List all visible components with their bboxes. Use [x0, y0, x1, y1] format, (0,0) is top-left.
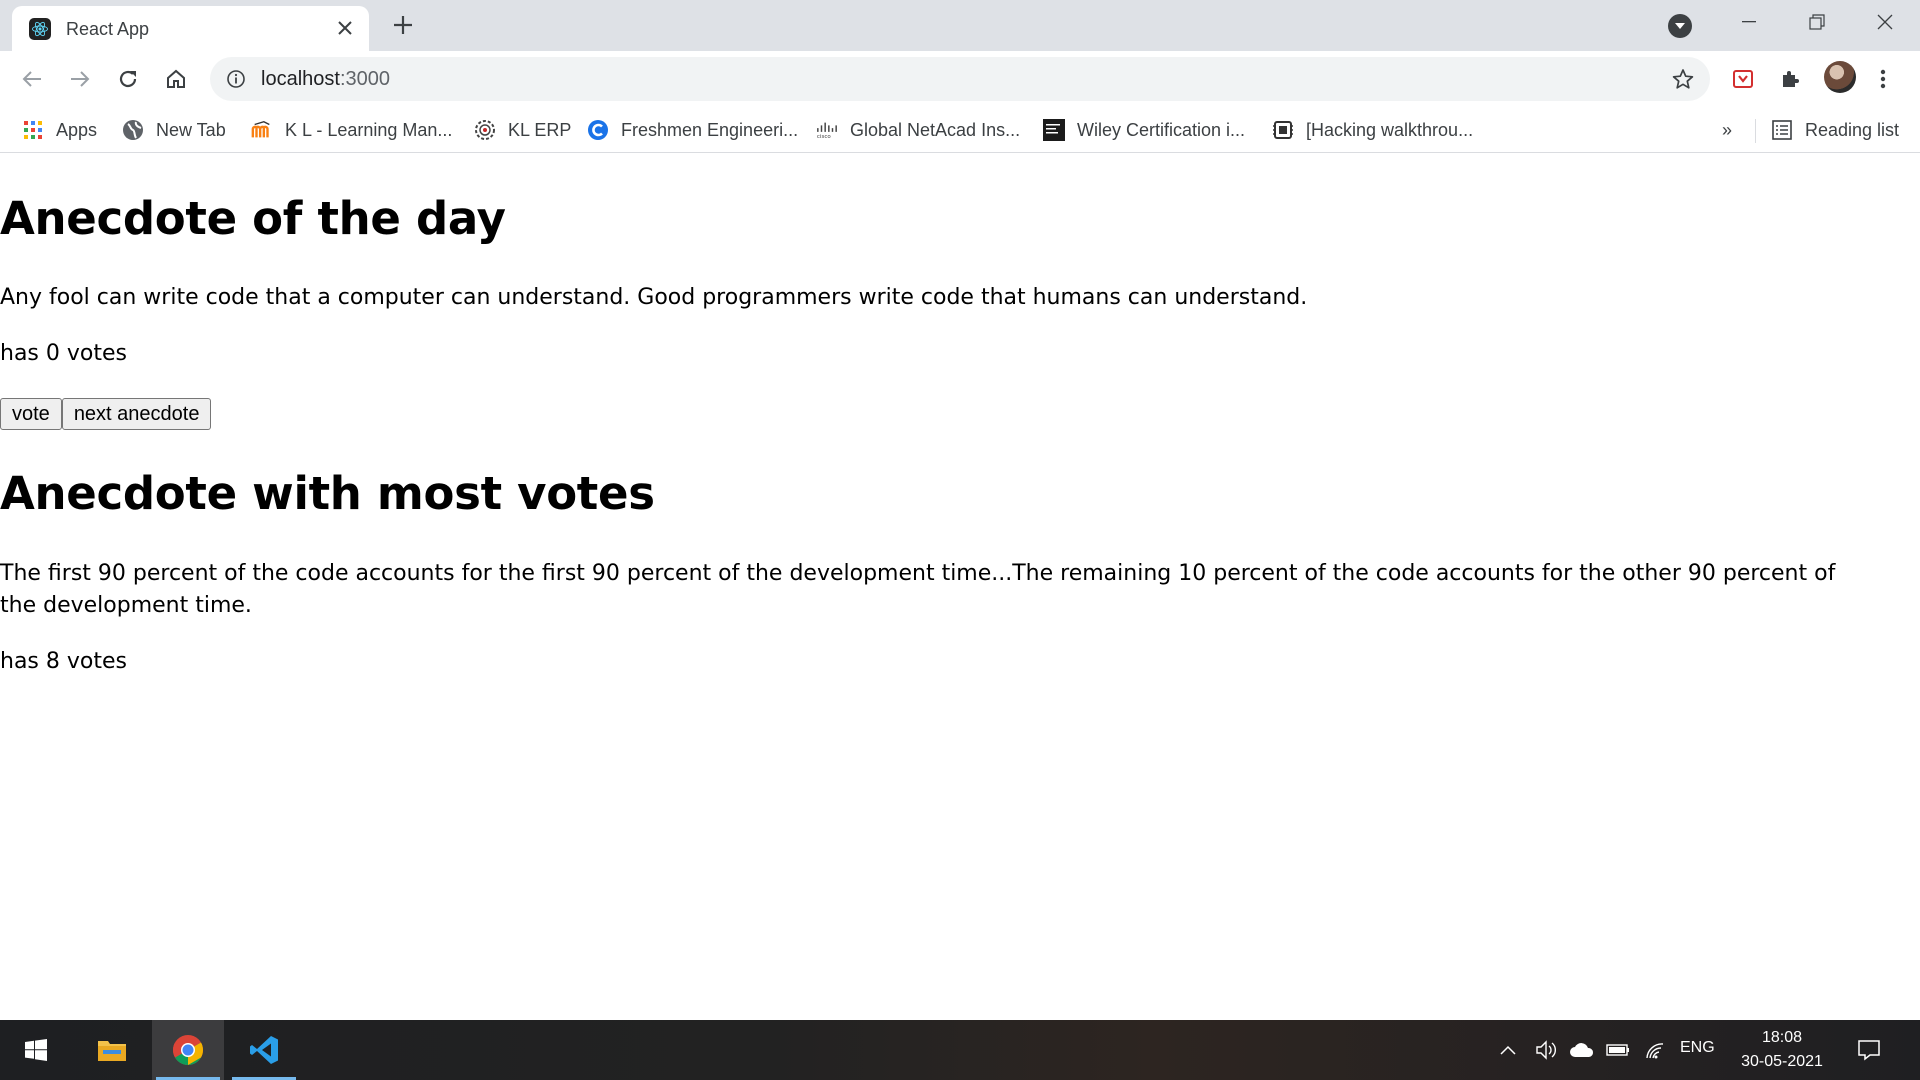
extensions-puzzle-icon[interactable]	[1773, 62, 1807, 96]
globe-icon	[122, 119, 144, 141]
next-anecdote-button[interactable]: next anecdote	[61, 398, 212, 430]
minimize-icon[interactable]	[1716, 0, 1782, 44]
battery-icon[interactable]	[1604, 1038, 1632, 1062]
reading-list-button[interactable]: Reading list	[1771, 115, 1899, 145]
start-icon[interactable]	[0, 1020, 72, 1080]
site-info-icon[interactable]	[226, 69, 246, 89]
heading-anecdote-of-day: Anecdote of the day	[0, 192, 506, 245]
tab-search-icon[interactable]	[1668, 14, 1692, 38]
bookmark-label: New Tab	[156, 119, 226, 140]
chrome-taskbar-icon[interactable]	[152, 1020, 224, 1080]
profile-avatar[interactable]	[1824, 61, 1856, 93]
reading-list-label: Reading list	[1805, 119, 1900, 140]
forward-icon[interactable]	[63, 62, 97, 96]
gear-badge-icon	[474, 119, 496, 141]
bookmark-label: Apps	[56, 119, 98, 140]
system-clock[interactable]: 18:08 30-05-2021	[1730, 1026, 1834, 1074]
address-bar[interactable]: localhost:3000	[210, 57, 1710, 101]
page-content: Anecdote of the day Any fool can write c…	[0, 154, 1920, 1020]
bookmarks-overflow-button[interactable]: »	[1722, 120, 1732, 141]
bookmark-global-netacad[interactable]: cisco Global NetAcad Ins...	[816, 115, 1020, 145]
tab-strip: React App	[0, 0, 1920, 51]
bookmarks-bar: Apps New Tab K L - Learning Man... KL ER…	[0, 107, 1920, 153]
bookmark-hacking-walkthrough[interactable]: [Hacking walkthrou...	[1272, 115, 1473, 145]
tab-close-icon[interactable]	[331, 14, 359, 42]
bookmark-label: KL ERP	[508, 119, 572, 140]
anecdote-of-day-text: Any fool can write code that a computer …	[0, 285, 1308, 310]
bookmark-kl-erp[interactable]: KL ERP	[474, 115, 571, 145]
bookmark-label: [Hacking walkthrou...	[1306, 119, 1474, 140]
svg-text:cisco: cisco	[817, 134, 831, 140]
action-center-icon[interactable]	[1853, 1034, 1885, 1066]
vscode-icon[interactable]	[228, 1020, 300, 1080]
url-host: localhost	[261, 68, 340, 90]
onedrive-icon[interactable]	[1567, 1038, 1597, 1062]
extension-shield-icon[interactable]	[1726, 62, 1760, 96]
url-text: localhost:3000	[261, 68, 390, 91]
chrome-menu-icon[interactable]	[1870, 62, 1896, 96]
moodle-icon	[251, 119, 273, 141]
react-icon	[29, 18, 51, 40]
browser-toolbar: localhost:3000	[0, 51, 1920, 107]
cisco-icon: cisco	[816, 119, 838, 141]
c-logo-icon	[587, 119, 609, 141]
restore-icon[interactable]	[1784, 0, 1850, 44]
window-close-icon[interactable]	[1852, 0, 1918, 44]
vote-button[interactable]: vote	[0, 398, 62, 430]
reading-list-icon	[1771, 119, 1793, 141]
wiley-icon	[1043, 119, 1065, 141]
language-indicator[interactable]: ENG	[1680, 1039, 1715, 1057]
bookmark-label: K L - Learning Man...	[285, 119, 453, 140]
button-row: vote next anecdote	[0, 398, 212, 430]
clock-date: 30-05-2021	[1741, 1053, 1823, 1070]
bookmarks-divider	[1755, 119, 1756, 143]
bookmark-star-icon[interactable]	[1672, 68, 1694, 90]
bookmark-wiley-certification[interactable]: Wiley Certification i...	[1043, 115, 1245, 145]
url-port: :3000	[339, 68, 390, 90]
windows-taskbar: ENG 18:08 30-05-2021	[0, 1020, 1920, 1080]
heading-most-votes: Anecdote with most votes	[0, 467, 655, 520]
volume-icon[interactable]	[1532, 1038, 1560, 1062]
home-icon[interactable]	[159, 62, 193, 96]
tab-react-app[interactable]: React App	[12, 6, 369, 51]
back-icon[interactable]	[15, 62, 49, 96]
bookmark-kl-learning[interactable]: K L - Learning Man...	[251, 115, 452, 145]
bookmark-label: Global NetAcad Ins...	[850, 119, 1021, 140]
reload-icon[interactable]	[111, 62, 145, 96]
bookmark-apps[interactable]: Apps	[22, 115, 97, 145]
file-explorer-icon[interactable]	[76, 1020, 148, 1080]
chip-icon	[1272, 119, 1294, 141]
show-hidden-icons-icon[interactable]	[1496, 1038, 1520, 1062]
anecdote-of-day-votes: has 0 votes	[0, 341, 127, 366]
bookmark-new-tab[interactable]: New Tab	[122, 115, 226, 145]
anecdote-most-votes-count: has 8 votes	[0, 649, 127, 674]
clock-time: 18:08	[1761, 1029, 1803, 1046]
bookmark-freshmen-engineering[interactable]: Freshmen Engineeri...	[587, 115, 798, 145]
anecdote-most-votes-text: The first 90 percent of the code account…	[0, 561, 1836, 618]
tab-title: React App	[66, 19, 150, 39]
wifi-icon[interactable]	[1641, 1038, 1669, 1062]
bookmark-label: Freshmen Engineeri...	[621, 119, 799, 140]
new-tab-button[interactable]	[387, 9, 419, 41]
apps-grid-icon	[22, 119, 44, 141]
bookmark-label: Wiley Certification i...	[1077, 119, 1246, 140]
